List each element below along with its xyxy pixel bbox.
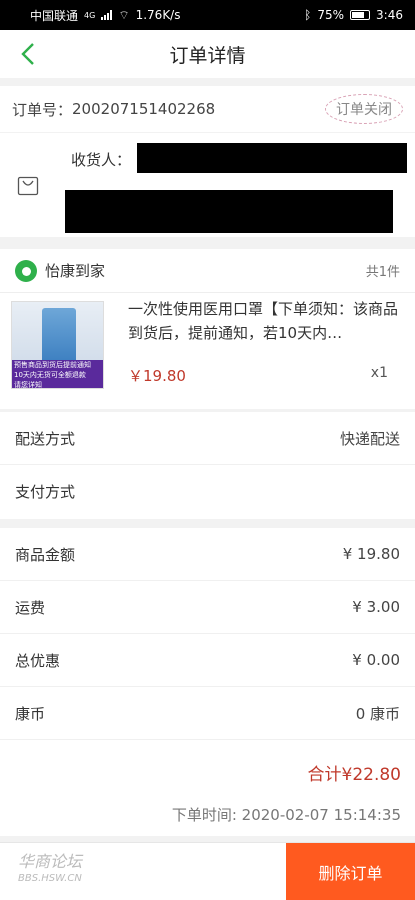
battery-percent: 75%: [317, 8, 345, 22]
order-total: 合计¥22.80: [307, 765, 401, 785]
thumb-line-1: 预售商品到货后提前通知: [12, 360, 103, 370]
status-bar: 中国联通 4G ⌔ 1.76K/s ᛒ 75% 3:46: [0, 0, 415, 30]
order-number-label: 订单号：: [12, 100, 73, 119]
discount-row: 总优惠 ¥ 0.00: [0, 634, 415, 687]
delivery-section: 配送方式 快递配送 支付方式: [0, 412, 415, 519]
order-time: 下单时间: 2020-02-07 15:14:35: [171, 806, 401, 824]
network-type: 4G: [84, 10, 96, 20]
order-summary: 合计¥22.80 下单时间: 2020-02-07 15:14:35: [0, 740, 415, 836]
product-thumbnail: 预售商品到货后提前通知 10天内无货可全额退款 请您详知: [11, 301, 104, 389]
shipping-fee-row: 运费 ¥ 3.00: [0, 581, 415, 634]
shop-header[interactable]: 怡康到家 共1件: [0, 249, 415, 293]
row-label: 康币: [15, 704, 46, 723]
shopping-bag-icon: [17, 176, 39, 196]
bottom-bar: 华商论坛 BBS.HSW.CN 删除订单: [0, 842, 415, 900]
row-label: 商品金额: [15, 545, 76, 564]
row-label: 支付方式: [15, 483, 76, 501]
row-value: 快递配送: [339, 429, 400, 448]
delete-order-button[interactable]: 删除订单: [286, 843, 415, 900]
clock: 3:46: [376, 8, 403, 22]
row-label: 总优惠: [15, 651, 61, 670]
shop-card: 怡康到家 共1件 预售商品到货后提前通知 10天内无货可全额退款 请您详知 一次…: [0, 249, 415, 409]
nav-bar: 订单详情: [0, 30, 415, 78]
item-count: 共1件: [365, 265, 400, 280]
goods-amount-row: 商品金额 ¥ 19.80: [0, 528, 415, 581]
shop-name: 怡康到家: [45, 262, 106, 280]
product-quantity: x1: [370, 365, 388, 381]
product-name: 一次性使用医用口罩【下单须知：该商品到货后，提前通知，若10天内…: [128, 300, 398, 342]
shop-logo-icon: [15, 259, 37, 282]
watermark-text: 华商论坛: [18, 852, 83, 871]
row-value: ¥ 0.00: [352, 651, 400, 669]
wifi-icon: ⌔: [118, 7, 130, 22]
page-title: 订单详情: [169, 44, 246, 67]
row-label: 配送方式: [15, 429, 76, 448]
carrier: 中国联通: [30, 8, 79, 23]
back-arrow-icon[interactable]: [18, 40, 40, 68]
product-price: ￥19.80: [128, 367, 186, 385]
payment-method-row: 支付方式: [0, 465, 415, 518]
net-speed: 1.76K/s: [135, 8, 181, 22]
coin-row: 康币 0 康币: [0, 687, 415, 740]
order-status-badge: 订单关闭: [325, 94, 403, 124]
battery-icon: [350, 10, 371, 20]
thumb-line-2: 10天内无货可全额退款: [12, 370, 103, 380]
mask-pack-image: [42, 308, 76, 364]
bluetooth-icon: ᛒ: [304, 8, 312, 22]
address-card: 收货人：: [0, 133, 415, 237]
order-number: 200207151402268: [72, 100, 216, 118]
row-value: ¥ 3.00: [352, 598, 400, 616]
forum-watermark: 华商论坛 BBS.HSW.CN: [18, 853, 82, 887]
row-value: 0 康币: [355, 704, 400, 723]
delivery-method-row: 配送方式 快递配送: [0, 412, 415, 465]
row-value: ¥ 19.80: [342, 545, 400, 563]
redacted-address: [65, 190, 393, 233]
product-item[interactable]: 预售商品到货后提前通知 10天内无货可全额退款 请您详知 一次性使用医用口罩【下…: [0, 293, 415, 409]
watermark-subtext: BBS.HSW.CN: [18, 873, 82, 884]
redacted-receiver: [137, 143, 407, 173]
receiver-label: 收货人：: [71, 151, 132, 169]
amount-section: 商品金额 ¥ 19.80 运费 ¥ 3.00 总优惠 ¥ 0.00 康币 0 康…: [0, 528, 415, 740]
signal-icon: [101, 10, 113, 20]
thumb-line-3: 请您详知: [12, 380, 103, 388]
row-label: 运费: [15, 598, 46, 617]
order-number-row: 订单号： 200207151402268 订单关闭: [0, 86, 415, 132]
